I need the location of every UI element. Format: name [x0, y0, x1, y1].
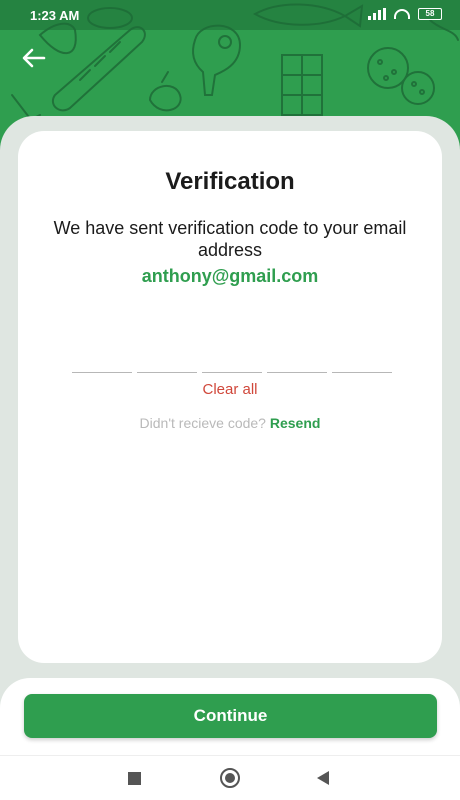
arrow-left-icon [22, 48, 46, 68]
signal-icon [368, 8, 386, 20]
otp-digit-3[interactable] [202, 341, 262, 373]
status-icons: 58 [368, 8, 442, 20]
email-address: anthony@gmail.com [141, 266, 319, 286]
status-time: 1:23 AM [30, 8, 80, 23]
clear-all-button[interactable]: Clear all [18, 381, 442, 398]
resend-prompt: Didn't recieve code? Resend [18, 415, 442, 431]
back-button[interactable] [20, 46, 48, 70]
resend-question: Didn't recieve code? [139, 415, 266, 431]
otp-digit-2[interactable] [137, 341, 197, 373]
otp-digit-4[interactable] [267, 341, 327, 373]
verification-card: Verification We have sent verification c… [18, 131, 442, 663]
status-bar: 1:23 AM 58 [0, 0, 460, 30]
page-title: Verification [165, 168, 295, 195]
otp-input-group [72, 341, 392, 373]
resend-link[interactable]: Resend [270, 415, 321, 431]
battery-icon: 58 [418, 8, 442, 20]
otp-digit-5[interactable] [332, 341, 392, 373]
back-triangle-icon[interactable] [317, 771, 329, 785]
recent-apps-icon[interactable] [128, 772, 141, 785]
home-icon[interactable] [220, 768, 240, 788]
wifi-icon [394, 9, 410, 19]
continue-button[interactable]: Continue [24, 694, 437, 738]
verification-message: We have sent verification code to your e… [53, 218, 407, 260]
otp-digit-1[interactable] [72, 341, 132, 373]
system-nav-bar [0, 755, 460, 800]
